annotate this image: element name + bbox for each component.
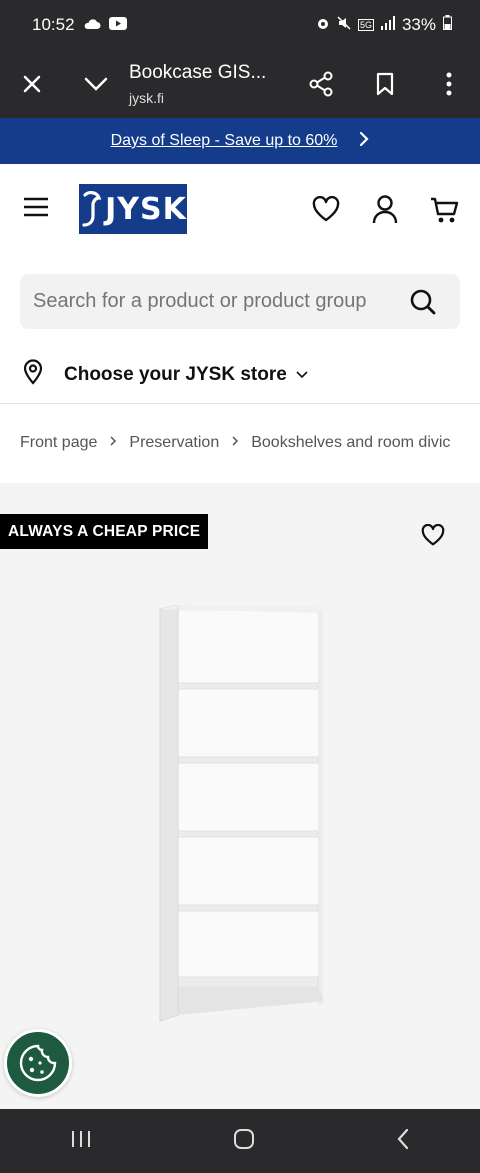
breadcrumb: Front page Preservation Bookshelves and …: [20, 430, 460, 456]
store-selector[interactable]: Choose your JYSK store: [22, 352, 309, 398]
breadcrumb-item[interactable]: Front page: [20, 434, 97, 452]
network-badge: 5G: [357, 19, 374, 31]
promo-link[interactable]: Days of Sleep - Save up to 60%: [111, 132, 338, 150]
cart-icon[interactable]: [430, 196, 460, 229]
chevron-right-icon: [231, 434, 239, 452]
cookie-icon: [19, 1044, 57, 1082]
system-nav-bar: [0, 1109, 480, 1173]
breadcrumb-item[interactable]: Bookshelves and room divic: [251, 434, 450, 452]
browser-bar: Bookcase GIS... jysk.fi: [0, 50, 480, 118]
youtube-icon: [108, 15, 127, 35]
product-image-area[interactable]: [0, 483, 480, 1109]
close-icon[interactable]: [17, 69, 47, 99]
signal-icon: [380, 15, 395, 35]
bookmark-icon[interactable]: [370, 69, 400, 99]
search-icon[interactable]: [409, 288, 437, 321]
search-input[interactable]: [33, 290, 413, 313]
jysk-logo[interactable]: JYSK: [79, 184, 187, 234]
chevron-right-icon: [109, 434, 117, 452]
cloud-icon: [83, 15, 101, 35]
alarm-icon: [316, 15, 330, 35]
site-header: JYSK: [0, 164, 480, 254]
wishlist-heart-icon[interactable]: [421, 523, 445, 551]
cookie-settings-button[interactable]: [4, 1029, 72, 1097]
bird-icon: [82, 191, 102, 227]
back-icon[interactable]: [396, 1128, 410, 1155]
recent-apps-icon[interactable]: [70, 1129, 92, 1154]
bookcase-image: [159, 605, 324, 1022]
promo-banner[interactable]: Days of Sleep - Save up to 60%: [0, 118, 480, 164]
battery-icon: [443, 15, 452, 35]
browser-url: jysk.fi: [129, 90, 164, 106]
chevron-right-icon[interactable]: [359, 131, 369, 152]
logo-text: JYSK: [105, 191, 187, 227]
browser-title-area[interactable]: Bookcase GIS... jysk.fi: [111, 62, 306, 106]
search-bar[interactable]: [20, 274, 460, 329]
browser-title: Bookcase GIS...: [129, 62, 267, 83]
location-pin-icon: [22, 359, 44, 391]
status-bar: 10:52 5G 33%: [0, 0, 480, 50]
divider: [0, 403, 480, 404]
user-icon[interactable]: [372, 194, 398, 229]
mute-icon: [337, 15, 351, 35]
status-time: 10:52: [32, 15, 75, 34]
price-badge: ALWAYS A CHEAP PRICE: [0, 514, 209, 549]
heart-icon[interactable]: [312, 195, 340, 227]
breadcrumb-item[interactable]: Preservation: [129, 434, 219, 452]
chevron-down-icon[interactable]: [81, 69, 111, 99]
home-icon[interactable]: [233, 1128, 255, 1155]
store-label: Choose your JYSK store: [64, 364, 287, 385]
share-icon[interactable]: [306, 69, 336, 99]
menu-icon[interactable]: [24, 197, 48, 222]
battery-percent: 33%: [401, 15, 436, 34]
more-options-icon[interactable]: [434, 69, 464, 99]
chevron-down-icon: [295, 364, 309, 386]
